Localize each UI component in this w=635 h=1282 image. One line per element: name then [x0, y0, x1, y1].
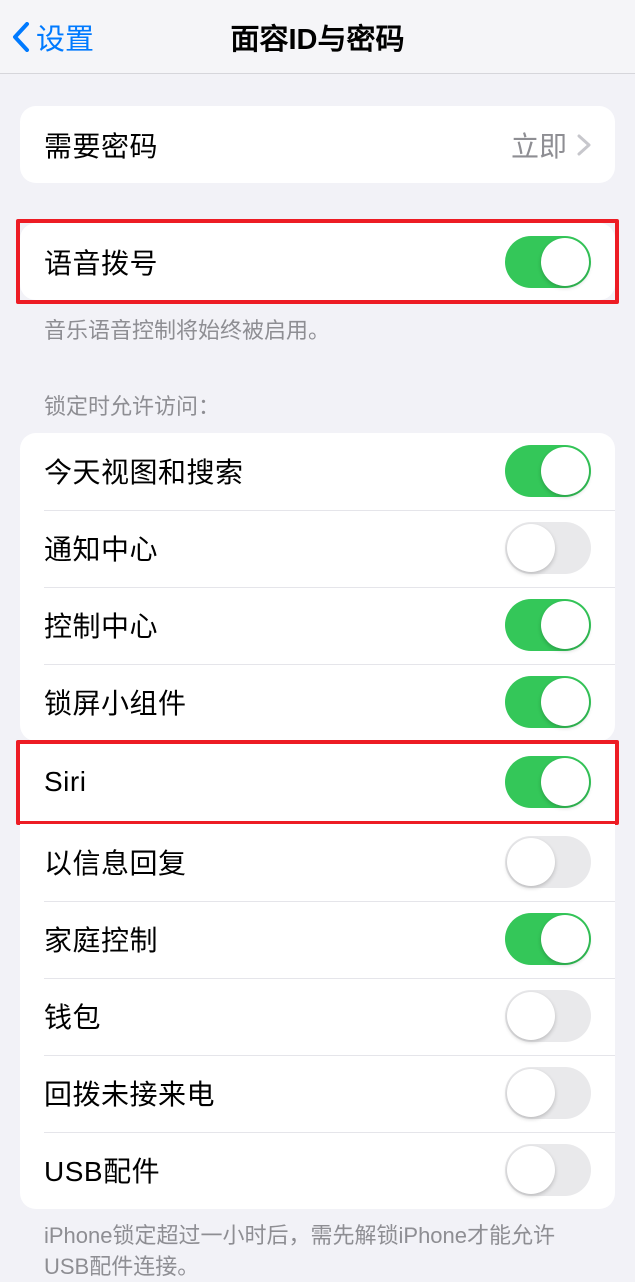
notification-center-cell[interactable]: 通知中心	[20, 510, 615, 587]
home-control-label: 家庭控制	[44, 919, 158, 959]
reply-message-toggle[interactable]	[505, 836, 591, 888]
require-passcode-value: 立即	[511, 125, 567, 165]
return-missed-label: 回拨未接来电	[44, 1073, 215, 1113]
lock-widgets-toggle[interactable]	[505, 676, 591, 728]
wallet-cell[interactable]: 钱包	[20, 978, 615, 1055]
chevron-right-icon	[577, 134, 591, 156]
control-center-label: 控制中心	[44, 605, 158, 645]
voice-dial-toggle[interactable]	[505, 236, 591, 288]
today-view-cell[interactable]: 今天视图和搜索	[20, 433, 615, 510]
today-view-label: 今天视图和搜索	[44, 451, 244, 491]
notification-center-label: 通知中心	[44, 528, 158, 568]
usb-cell[interactable]: USB配件	[20, 1132, 615, 1209]
siri-label: Siri	[44, 766, 86, 798]
usb-toggle[interactable]	[505, 1144, 591, 1196]
control-center-cell[interactable]: 控制中心	[20, 587, 615, 664]
navigation-bar: 设置 面容ID与密码	[0, 0, 635, 74]
lock-access-group: 今天视图和搜索 通知中心 控制中心 锁屏小组件	[20, 433, 615, 741]
require-passcode-cell[interactable]: 需要密码 立即	[20, 106, 615, 183]
usb-footer: iPhone锁定超过一小时后，需先解锁iPhone才能允许USB配件连接。	[20, 1209, 615, 1282]
voice-dial-group: 语音拨号	[20, 223, 615, 300]
siri-toggle[interactable]	[505, 756, 591, 808]
wallet-toggle[interactable]	[505, 990, 591, 1042]
siri-group: Siri	[20, 744, 615, 821]
wallet-label: 钱包	[44, 996, 101, 1036]
home-control-toggle[interactable]	[505, 913, 591, 965]
voice-dial-label: 语音拨号	[44, 242, 158, 282]
return-missed-toggle[interactable]	[505, 1067, 591, 1119]
passcode-group: 需要密码 立即	[20, 106, 615, 183]
require-passcode-label: 需要密码	[44, 125, 158, 165]
siri-cell[interactable]: Siri	[20, 744, 615, 821]
lock-access-header: 锁定时允许访问：	[20, 347, 615, 433]
back-label: 设置	[36, 16, 94, 58]
voice-dial-footer: 音乐语音控制将始终被启用。	[20, 304, 615, 347]
notification-center-toggle[interactable]	[505, 522, 591, 574]
return-missed-cell[interactable]: 回拨未接来电	[20, 1055, 615, 1132]
page-title: 面容ID与密码	[230, 16, 404, 58]
chevron-left-icon	[12, 22, 30, 52]
today-view-toggle[interactable]	[505, 445, 591, 497]
back-button[interactable]: 设置	[12, 16, 94, 58]
usb-label: USB配件	[44, 1150, 160, 1190]
lock-widgets-cell[interactable]: 锁屏小组件	[20, 664, 615, 741]
reply-message-label: 以信息回复	[44, 842, 187, 882]
lock-access-group-2: 以信息回复 家庭控制 钱包 回拨未接来电 USB配件	[20, 824, 615, 1209]
control-center-toggle[interactable]	[505, 599, 591, 651]
home-control-cell[interactable]: 家庭控制	[20, 901, 615, 978]
highlight-siri: Siri	[16, 740, 619, 825]
lock-widgets-label: 锁屏小组件	[44, 682, 187, 722]
voice-dial-cell[interactable]: 语音拨号	[20, 223, 615, 300]
reply-message-cell[interactable]: 以信息回复	[20, 824, 615, 901]
highlight-voice-dial: 语音拨号	[16, 219, 619, 304]
